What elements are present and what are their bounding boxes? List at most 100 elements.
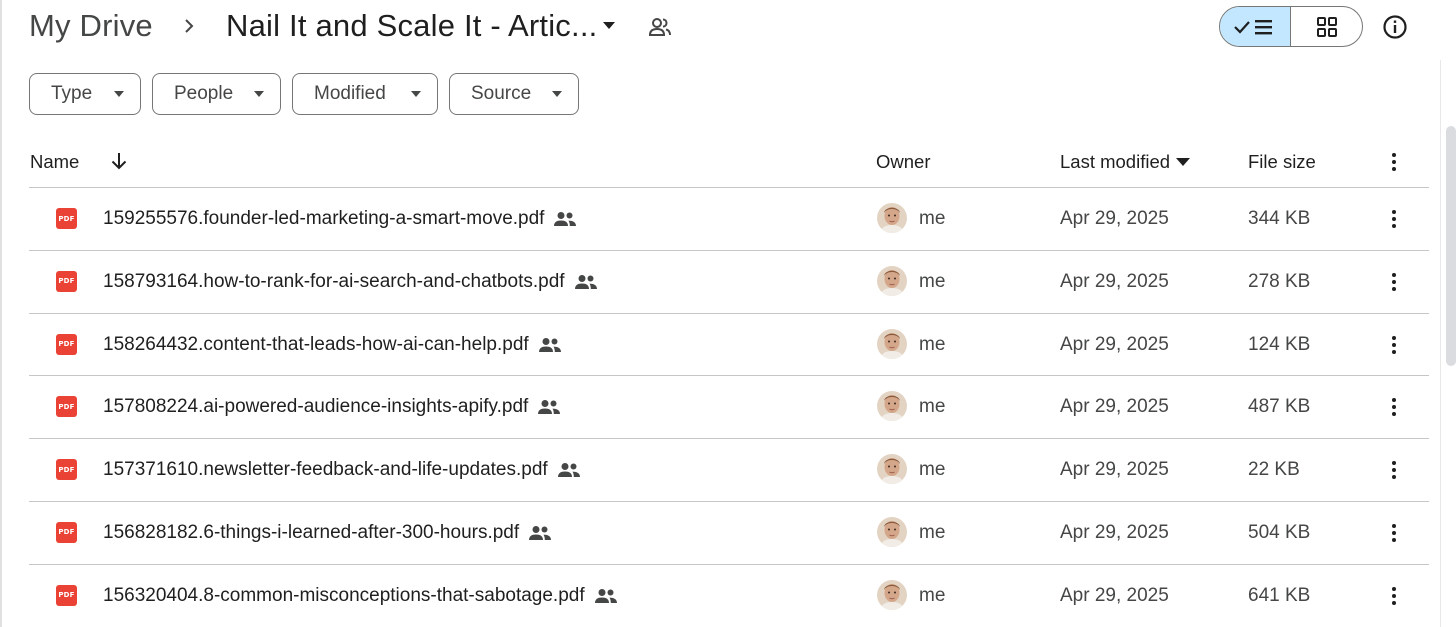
file-name-cell[interactable]: 156320404.8-common-misconceptions-that-s… (103, 585, 618, 607)
file-size: 487 KB (1248, 396, 1311, 418)
owner-name: me (919, 333, 946, 355)
owner-name: me (919, 521, 946, 543)
file-name: 158793164.how-to-rank-for-ai-search-and-… (103, 270, 565, 292)
file-name-cell[interactable]: 159255576.founder-led-marketing-a-smart-… (103, 208, 577, 230)
caret-down-icon (552, 91, 562, 97)
avatar (877, 454, 907, 485)
chevron-right-icon (185, 19, 194, 33)
pdf-icon: PDF (56, 333, 77, 355)
table-row[interactable]: PDF 157371610.newsletter-feedback-and-li… (29, 439, 1429, 502)
column-name[interactable]: Name (30, 151, 79, 173)
avatar (877, 579, 907, 610)
people-outline-icon[interactable] (647, 14, 673, 40)
file-name: 156320404.8-common-misconceptions-that-s… (103, 584, 585, 606)
people-icon (538, 337, 561, 352)
table-row[interactable]: PDF 159255576.founder-led-marketing-a-sm… (29, 188, 1429, 251)
table-row[interactable]: PDF 156320404.8-common-misconceptions-th… (29, 565, 1429, 627)
owner-name: me (919, 396, 946, 418)
file-name: 159255576.founder-led-marketing-a-smart-… (103, 208, 545, 229)
more-vert-icon[interactable] (1385, 270, 1403, 294)
last-modified-date: Apr 29, 2025 (1060, 333, 1169, 355)
avatar-portrait (877, 454, 907, 485)
avatar-portrait (877, 579, 907, 610)
view-toggle (1219, 6, 1363, 47)
last-modified-date: Apr 29, 2025 (1060, 396, 1169, 418)
column-owner[interactable]: Owner (876, 151, 931, 173)
pdf-icon: PDF (56, 459, 77, 481)
grid-icon (1316, 16, 1337, 37)
avatar-portrait (877, 391, 907, 422)
people-icon (574, 274, 597, 289)
avatar (877, 391, 907, 422)
more-vert-icon[interactable] (1385, 150, 1403, 174)
more-vert-icon[interactable] (1385, 521, 1403, 545)
last-modified-date: Apr 29, 2025 (1060, 459, 1169, 481)
table-row[interactable]: PDF 157808224.ai-powered-audience-insigh… (29, 376, 1429, 440)
filter-type-label: Type (51, 83, 93, 104)
last-modified-date: Apr 29, 2025 (1060, 208, 1169, 229)
column-last-modified[interactable]: Last modified (1060, 151, 1191, 173)
avatar-portrait (877, 328, 907, 359)
filter-people-button[interactable]: People (152, 73, 281, 115)
file-name-cell[interactable]: 157371610.newsletter-feedback-and-life-u… (103, 459, 581, 481)
more-vert-icon[interactable] (1385, 458, 1403, 482)
owner-name: me (919, 459, 946, 481)
file-name-cell[interactable]: 158264432.content-that-leads-how-ai-can-… (103, 334, 562, 356)
arrow-down-icon[interactable] (109, 150, 129, 172)
filter-source-label: Source (471, 83, 532, 104)
avatar (877, 516, 907, 547)
pdf-icon: PDF (56, 208, 77, 229)
pdf-icon-label: PDF (58, 465, 75, 474)
pdf-icon-label: PDF (58, 402, 75, 411)
people-icon (557, 463, 580, 478)
column-file-size[interactable]: File size (1248, 151, 1316, 173)
breadcrumb-my-drive[interactable]: My Drive (29, 6, 153, 46)
left-edge-divider (0, 0, 2, 627)
people-icon (529, 525, 552, 540)
more-vert-icon[interactable] (1385, 207, 1403, 231)
filter-type-button[interactable]: Type (29, 73, 141, 115)
scrollbar-thumb[interactable] (1446, 126, 1456, 366)
pdf-icon-label: PDF (58, 591, 75, 600)
breadcrumb-current-folder[interactable]: Nail It and Scale It - Artic... (226, 6, 597, 46)
last-modified-date: Apr 29, 2025 (1060, 584, 1169, 606)
more-vert-icon[interactable] (1385, 395, 1403, 419)
filter-modified-button[interactable]: Modified (292, 73, 438, 115)
pdf-icon-label: PDF (58, 277, 75, 286)
list-view-button[interactable] (1220, 7, 1291, 46)
file-size: 641 KB (1248, 584, 1311, 606)
file-name-cell[interactable]: 156828182.6-things-i-learned-after-300-h… (103, 522, 552, 544)
avatar (877, 328, 907, 359)
file-list: PDF 159255576.founder-led-marketing-a-sm… (29, 188, 1429, 627)
last-modified-date: Apr 29, 2025 (1060, 270, 1169, 292)
pdf-icon-label: PDF (58, 528, 75, 537)
caret-down-icon (411, 91, 421, 97)
filter-people-label: People (174, 83, 234, 104)
caret-down-icon (114, 91, 124, 97)
table-row[interactable]: PDF 156828182.6-things-i-learned-after-3… (29, 502, 1429, 565)
table-row[interactable]: PDF 158793164.how-to-rank-for-ai-search-… (29, 251, 1429, 314)
grid-view-button[interactable] (1291, 7, 1362, 46)
more-vert-icon[interactable] (1385, 584, 1403, 608)
people-icon (594, 588, 617, 603)
file-name: 156828182.6-things-i-learned-after-300-h… (103, 521, 520, 543)
table-row[interactable]: PDF 158264432.content-that-leads-how-ai-… (29, 314, 1429, 377)
owner-name: me (919, 270, 946, 292)
people-icon (554, 212, 577, 226)
caret-down-icon (1176, 158, 1191, 166)
column-last-modified-label: Last modified (1060, 151, 1171, 172)
file-name-cell[interactable]: 157808224.ai-powered-audience-insights-a… (103, 396, 561, 418)
pdf-icon-label: PDF (58, 340, 75, 349)
drive-header: My Drive Nail It and Scale It - Artic... (0, 0, 1456, 60)
file-list-header: Name Owner Last modified File size (29, 138, 1429, 188)
caret-down-icon[interactable] (600, 20, 618, 32)
file-name: 157371610.newsletter-feedback-and-life-u… (103, 459, 548, 481)
more-vert-icon[interactable] (1385, 333, 1403, 357)
file-name-cell[interactable]: 158793164.how-to-rank-for-ai-search-and-… (103, 271, 598, 293)
owner-name: me (919, 208, 946, 229)
file-name: 158264432.content-that-leads-how-ai-can-… (103, 333, 529, 355)
avatar-portrait (877, 203, 907, 233)
file-size: 504 KB (1248, 521, 1311, 543)
info-icon[interactable] (1381, 13, 1409, 41)
filter-source-button[interactable]: Source (449, 73, 579, 115)
